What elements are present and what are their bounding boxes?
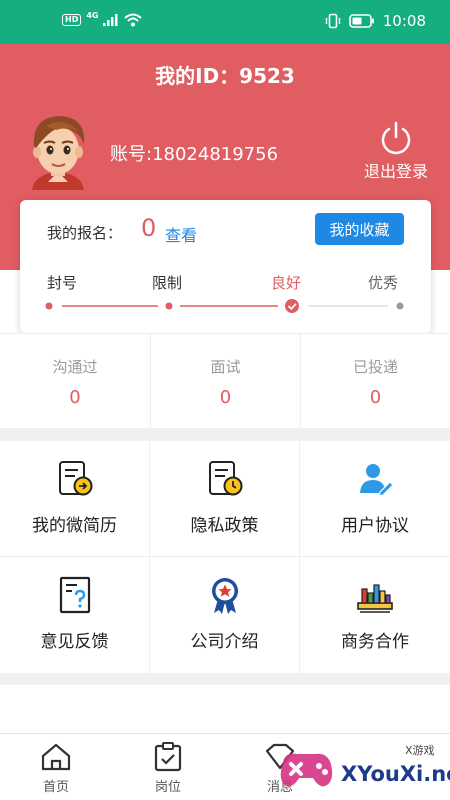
stat-value: 0 (219, 387, 232, 408)
stat-value: 0 (369, 387, 382, 408)
level-banned: 封号 (47, 274, 78, 292)
level-excellent: 优秀 (368, 274, 399, 292)
tile-label: 我的微简历 (32, 516, 117, 536)
tab-home[interactable]: 首页 (1, 734, 111, 795)
user-agreement-icon (360, 464, 394, 497)
logout-button[interactable]: 退出登录 (356, 120, 436, 182)
status-bar: HD 4G 10:08 (0, 0, 450, 44)
status-indicators: HD 4G (62, 10, 143, 27)
stat-value: 0 (69, 387, 81, 408)
signup-count: 0 (141, 214, 157, 242)
watermark: X游戏 XYouXi.net (275, 738, 450, 800)
stat-interview[interactable]: 面试 0 (150, 334, 300, 428)
tile-business-cooperation[interactable]: 商务合作 (300, 557, 450, 673)
business-icon (357, 584, 393, 613)
section-divider (0, 673, 450, 685)
tile-feedback[interactable]: 意见反馈 (0, 557, 149, 673)
stat-delivered[interactable]: 已投递 0 (300, 334, 450, 428)
stat-label: 沟通过 (52, 358, 98, 376)
stat-label: 面试 (210, 358, 241, 376)
clock: 10:08 (382, 12, 426, 30)
watermark-text: XYouXi.net (341, 762, 450, 786)
feature-grid: 我的微简历 隐私政策 用户协议 意见反馈 公司介绍 商务合作 (0, 441, 450, 673)
tile-label: 公司介绍 (190, 632, 259, 652)
level-dot-banned (45, 302, 53, 310)
hd-badge: HD (62, 14, 82, 26)
signal-icon (103, 14, 118, 26)
feedback-icon (59, 576, 90, 614)
tile-label: 意见反馈 (40, 632, 109, 652)
tile-privacy-policy[interactable]: 隐私政策 (150, 441, 299, 556)
signup-card: 我的报名： 0 查看 我的收藏 封号 限制 良好 优秀 (20, 200, 431, 333)
avatar[interactable] (22, 112, 94, 192)
view-signups-link[interactable]: 查看 (165, 222, 197, 246)
level-good: 良好 (271, 274, 302, 292)
credit-level-track (45, 299, 404, 313)
page-title: 我的ID：9523 (155, 64, 295, 88)
tile-user-agreement[interactable]: 用户协议 (300, 441, 450, 556)
my-favorites-button[interactable]: 我的收藏 (315, 213, 404, 245)
wifi-icon (124, 13, 143, 27)
level-dot-excellent (396, 302, 404, 310)
tile-label: 隐私政策 (190, 516, 259, 536)
stats-row: 沟通过 0 面试 0 已投递 0 (0, 333, 450, 428)
tile-label: 用户协议 (341, 516, 409, 536)
battery-icon (348, 14, 374, 28)
resume-icon (58, 461, 92, 496)
home-icon (41, 743, 71, 771)
level-dot-good (285, 299, 299, 313)
tile-resume[interactable]: 我的微简历 (0, 441, 149, 556)
company-badge-icon (211, 578, 238, 614)
tab-label: 首页 (42, 780, 69, 795)
power-icon (381, 121, 411, 155)
gamepad-logo-icon (280, 753, 333, 787)
vibrate-icon (325, 13, 341, 29)
account-number: 账号:18024819756 (110, 144, 279, 165)
stat-contacted[interactable]: 沟通过 0 (0, 334, 150, 428)
level-dot-restricted (165, 302, 173, 310)
tab-label: 岗位 (154, 780, 181, 795)
network-type: 4G (86, 10, 99, 20)
tile-label: 商务合作 (341, 632, 409, 652)
tab-positions[interactable]: 岗位 (113, 734, 223, 795)
stat-label: 已投递 (352, 358, 398, 376)
logout-label: 退出登录 (363, 162, 428, 181)
level-restricted: 限制 (152, 274, 183, 292)
signup-label: 我的报名： (47, 224, 123, 242)
tile-company-intro[interactable]: 公司介绍 (150, 557, 299, 673)
section-divider (0, 428, 450, 441)
watermark-small-text: X游戏 (405, 744, 435, 757)
status-right: 10:08 (325, 12, 426, 30)
clipboard-icon (154, 742, 182, 772)
privacy-policy-icon (208, 461, 242, 496)
